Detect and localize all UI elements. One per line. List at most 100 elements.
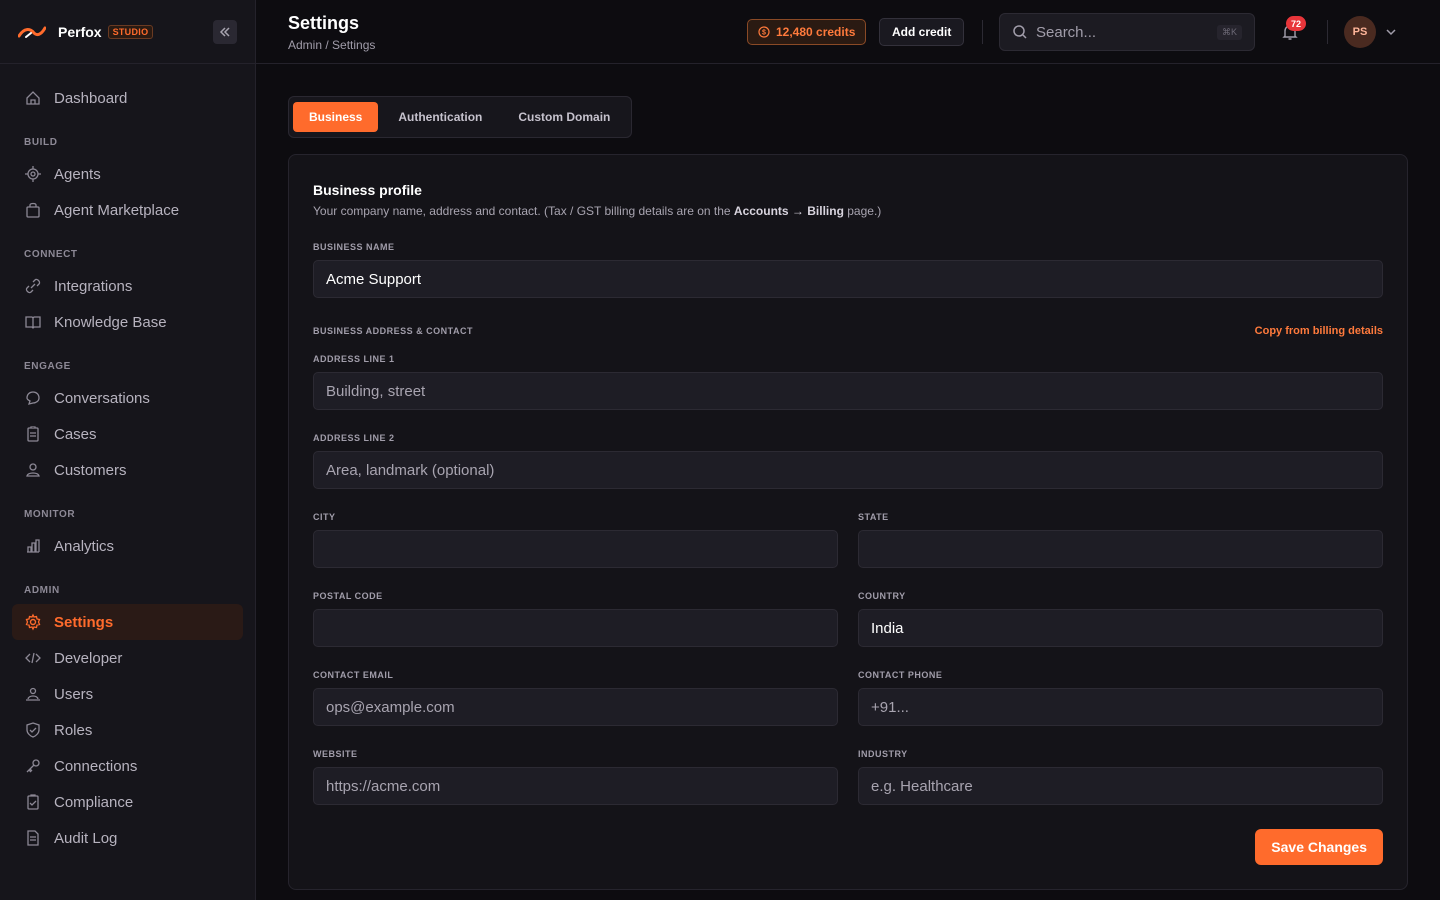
- svg-text:$: $: [762, 30, 766, 37]
- business-name-input[interactable]: [314, 261, 1382, 297]
- sidebar-item-label: Roles: [54, 721, 93, 739]
- sidebar-item-label: Knowledge Base: [54, 313, 167, 331]
- city-input[interactable]: [314, 531, 837, 567]
- state-field[interactable]: [858, 530, 1383, 568]
- copy-from-billing-link[interactable]: Copy from billing details: [1255, 325, 1383, 337]
- sidebar-item-audit-log[interactable]: Audit Log: [12, 820, 243, 856]
- sidebar-item-dashboard[interactable]: Dashboard: [12, 80, 243, 116]
- contact-phone-label: CONTACT PHONE: [858, 670, 943, 680]
- contact-email-input[interactable]: [314, 689, 837, 725]
- website-field[interactable]: [313, 767, 838, 805]
- card-description: Your company name, address and contact. …: [313, 204, 882, 218]
- bag-icon: [24, 201, 42, 219]
- coin-icon: $: [758, 26, 770, 38]
- brand-badge: STUDIO: [107, 24, 154, 39]
- address-line-1-field[interactable]: [313, 372, 1383, 410]
- search-input[interactable]: [1036, 23, 1206, 41]
- sidebar-item-agents[interactable]: Agents: [12, 156, 243, 192]
- credits-badge[interactable]: $ 12,480 credits: [747, 19, 867, 45]
- address-line-2-label: ADDRESS LINE 2: [313, 433, 395, 443]
- tab-custom-domain[interactable]: Custom Domain: [502, 102, 626, 132]
- sidebar-item-label: Agent Marketplace: [54, 201, 180, 219]
- sidebar-item-label: Agents: [54, 165, 101, 183]
- business-name-field[interactable]: [313, 260, 1383, 298]
- cpu-icon: [24, 165, 42, 183]
- sidebar-item-cases[interactable]: Cases: [12, 416, 243, 452]
- clipboard-check-icon: [24, 793, 42, 811]
- document-icon: [24, 829, 42, 847]
- industry-label: INDUSTRY: [858, 749, 908, 759]
- sidebar-item-label: Analytics: [54, 537, 115, 555]
- save-changes-button[interactable]: Save Changes: [1255, 829, 1383, 865]
- sidebar-item-compliance[interactable]: Compliance: [12, 784, 243, 820]
- nav-section-connect: CONNECT: [24, 249, 78, 260]
- contact-phone-input[interactable]: [859, 689, 1382, 725]
- sidebar-item-customers[interactable]: Customers: [12, 452, 243, 488]
- sidebar-item-knowledge-base[interactable]: Knowledge Base: [12, 304, 243, 340]
- sidebar-item-settings[interactable]: Settings: [12, 604, 243, 640]
- address-line-1-input[interactable]: [314, 373, 1382, 409]
- sidebar-nav: Dashboard BUILD Agents Agent Marketplace CON…: [0, 64, 255, 856]
- gear-icon: [24, 613, 42, 631]
- website-input[interactable]: [314, 768, 837, 804]
- city-label: CITY: [313, 512, 336, 522]
- search-shortcut: ⌘K: [1216, 24, 1242, 40]
- tab-authentication[interactable]: Authentication: [382, 102, 498, 132]
- country-input[interactable]: [859, 610, 1382, 646]
- code-icon: [24, 649, 42, 667]
- country-label: COUNTRY: [858, 591, 906, 601]
- sidebar-item-connections[interactable]: Connections: [12, 748, 243, 784]
- page-title: Settings: [288, 13, 360, 33]
- sidebar-item-label: Settings: [54, 613, 114, 631]
- business-name-label: BUSINESS NAME: [313, 242, 395, 252]
- home-icon: [24, 89, 42, 107]
- users-icon: [24, 461, 42, 479]
- city-field[interactable]: [313, 530, 838, 568]
- collapse-sidebar-button[interactable]: [213, 20, 237, 44]
- postal-code-field[interactable]: [313, 609, 838, 647]
- settings-tabs: Business Authentication Custom Domain: [288, 96, 632, 138]
- contact-phone-field[interactable]: [858, 688, 1383, 726]
- address-line-2-input[interactable]: [314, 452, 1382, 488]
- breadcrumb: Admin / Settings: [288, 38, 376, 52]
- nav-section-monitor: MONITOR: [24, 509, 76, 520]
- postal-code-input[interactable]: [314, 610, 837, 646]
- credits-text: 12,480 credits: [776, 25, 856, 39]
- sidebar-item-users[interactable]: Users: [12, 676, 243, 712]
- shield-icon: [24, 721, 42, 739]
- clipboard-icon: [24, 425, 42, 443]
- state-label: STATE: [858, 512, 889, 522]
- add-credit-button[interactable]: Add credit: [879, 18, 965, 46]
- address-section-label: BUSINESS ADDRESS & CONTACT: [313, 326, 474, 336]
- sidebar-item-integrations[interactable]: Integrations: [12, 268, 243, 304]
- contact-email-label: CONTACT EMAIL: [313, 670, 394, 680]
- sidebar-item-conversations[interactable]: Conversations: [12, 380, 243, 416]
- sidebar-item-label: Audit Log: [54, 829, 118, 847]
- industry-field[interactable]: [858, 767, 1383, 805]
- nav-section-build: BUILD: [24, 137, 58, 148]
- business-profile-card: Business profile Your company name, addr…: [288, 154, 1408, 890]
- nav-section-admin: ADMIN: [24, 585, 60, 596]
- sidebar-item-roles[interactable]: Roles: [12, 712, 243, 748]
- state-input[interactable]: [859, 531, 1382, 567]
- country-field[interactable]: [858, 609, 1383, 647]
- contact-email-field[interactable]: [313, 688, 838, 726]
- divider: [982, 20, 983, 44]
- sidebar-item-label: Compliance: [54, 793, 134, 811]
- notification-count-badge: 72: [1286, 16, 1306, 31]
- sidebar-item-analytics[interactable]: Analytics: [12, 528, 243, 564]
- bar-chart-icon: [24, 537, 42, 555]
- postal-code-label: POSTAL CODE: [313, 591, 383, 601]
- avatar[interactable]: PS: [1344, 16, 1376, 48]
- sidebar-item-label: Dashboard: [54, 89, 128, 107]
- sidebar-item-developer[interactable]: Developer: [12, 640, 243, 676]
- link-icon: [24, 277, 42, 295]
- sidebar-item-agent-marketplace[interactable]: Agent Marketplace: [12, 192, 243, 228]
- chevron-down-icon[interactable]: [1384, 25, 1398, 39]
- search-box[interactable]: ⌘K: [999, 13, 1255, 51]
- address-line-2-field[interactable]: [313, 451, 1383, 489]
- chat-icon: [24, 389, 42, 407]
- industry-input[interactable]: [859, 768, 1382, 804]
- sidebar-item-label: Connections: [54, 757, 138, 775]
- tab-business[interactable]: Business: [293, 102, 379, 132]
